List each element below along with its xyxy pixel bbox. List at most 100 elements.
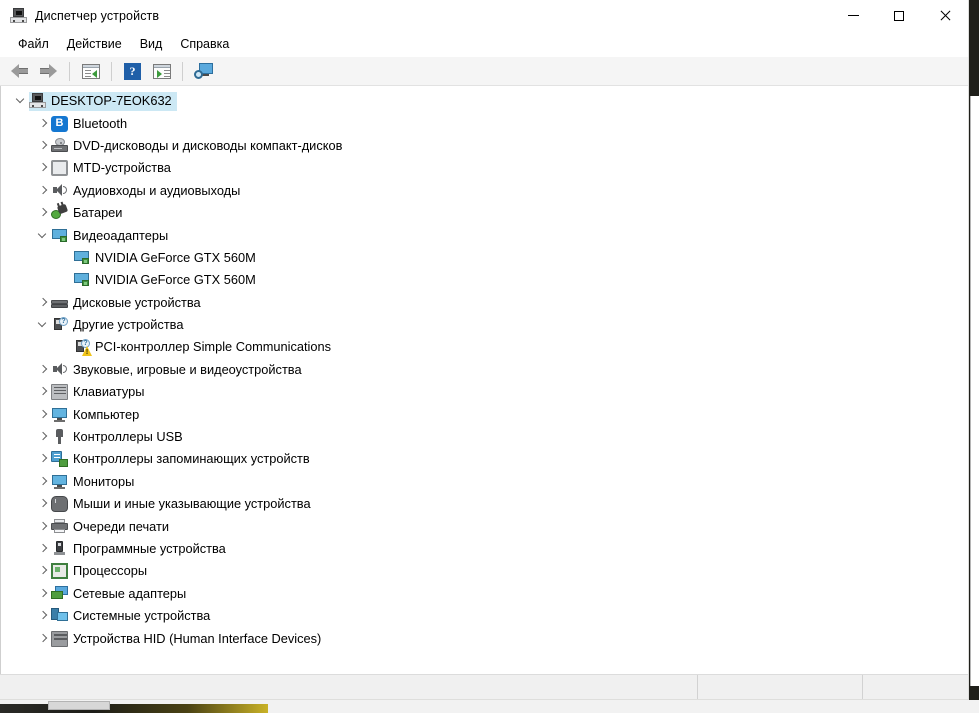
chevron-right-icon[interactable] — [35, 631, 51, 647]
chevron-right-icon[interactable] — [35, 608, 51, 624]
tree-item-content[interactable]: Клавиатуры — [51, 383, 149, 402]
chevron-right-icon[interactable] — [35, 116, 51, 132]
chevron-right-icon[interactable] — [35, 362, 51, 378]
tree-item[interactable]: Системные устройства — [1, 605, 968, 627]
tree-item[interactable]: Очереди печати — [1, 515, 968, 537]
chevron-right-icon[interactable] — [35, 541, 51, 557]
tree-item-content[interactable]: Аудиовходы и аудиовыходы — [51, 181, 245, 200]
tree-item-content[interactable]: DESKTOP-7EOK632 — [29, 91, 177, 111]
tree-item[interactable]: Программные устройства — [1, 538, 968, 560]
tree-item-content[interactable]: NVIDIA GeForce GTX 560M — [73, 248, 261, 267]
chevron-right-icon[interactable] — [35, 496, 51, 512]
tree-item-label: Контроллеры запоминающих устройств — [73, 451, 310, 467]
chevron-right-icon[interactable] — [35, 429, 51, 445]
chevron-right-icon[interactable] — [35, 160, 51, 176]
status-pane-1 — [0, 675, 698, 699]
printer-icon — [51, 518, 68, 535]
mtd-device-icon — [51, 160, 68, 177]
tree-item[interactable]: Bluetooth — [1, 112, 968, 134]
tree-item-content[interactable]: Программные устройства — [51, 540, 231, 559]
chevron-right-icon[interactable] — [35, 295, 51, 311]
menu-action[interactable]: Действие — [58, 34, 131, 54]
tree-item-content[interactable]: Компьютер — [51, 405, 144, 424]
chevron-right-icon[interactable] — [35, 407, 51, 423]
properties-button[interactable] — [77, 59, 104, 83]
tree-item-content[interactable]: Мыши и иные указывающие устройства — [51, 495, 316, 514]
tree-item-content[interactable]: MTD-устройства — [51, 159, 176, 178]
tree-item[interactable]: Дисковые устройства — [1, 292, 968, 314]
tree-item[interactable]: Компьютер — [1, 403, 968, 425]
close-icon — [939, 10, 951, 22]
chevron-down-icon[interactable] — [35, 228, 51, 244]
maximize-button[interactable] — [876, 0, 922, 31]
device-tree-panel[interactable]: DESKTOP-7EOK632 Bluetooth DVD-дисководы и … — [0, 86, 968, 674]
tree-item-content[interactable]: Видеоадаптеры — [51, 226, 173, 245]
menu-view[interactable]: Вид — [131, 34, 172, 54]
tree-item[interactable]: NVIDIA GeForce GTX 560M — [1, 247, 968, 269]
disk-drive-icon — [51, 295, 68, 311]
chevron-right-icon[interactable] — [35, 384, 51, 400]
tree-item-content[interactable]: Устройства HID (Human Interface Devices) — [51, 629, 326, 648]
tree-item-content[interactable]: Контроллеры запоминающих устройств — [51, 450, 315, 469]
tree-item-content[interactable]: Другие устройства — [51, 316, 188, 335]
tree-item-content[interactable]: PCI-контроллер Simple Communications — [73, 338, 336, 357]
tree-item-content[interactable]: Очереди печати — [51, 517, 174, 536]
chevron-right-icon[interactable] — [35, 474, 51, 490]
tree-item-label: Сетевые адаптеры — [73, 585, 187, 601]
tree-item[interactable]: PCI-контроллер Simple Communications — [1, 336, 968, 358]
scan-hardware-button[interactable] — [190, 59, 217, 83]
title-bar[interactable]: Диспетчер устройств — [0, 0, 968, 31]
network-adapter-icon — [51, 585, 68, 602]
chevron-right-icon[interactable] — [35, 205, 51, 221]
background-window-sliver[interactable] — [970, 96, 979, 686]
chevron-down-icon[interactable] — [35, 317, 51, 333]
tree-item-content[interactable]: DVD-дисководы и дисководы компакт-дисков — [51, 136, 347, 155]
tree-item-content[interactable]: Контроллеры USB — [51, 428, 188, 447]
tree-item-content[interactable]: Bluetooth — [51, 114, 132, 133]
tree-item[interactable]: DVD-дисководы и дисководы компакт-дисков — [1, 135, 968, 157]
tree-item[interactable]: Клавиатуры — [1, 381, 968, 403]
chevron-right-icon[interactable] — [35, 138, 51, 154]
tree-item[interactable]: Контроллеры USB — [1, 426, 968, 448]
minimize-button[interactable] — [830, 0, 876, 31]
menu-help[interactable]: Справка — [171, 34, 238, 54]
forward-button[interactable] — [35, 59, 62, 83]
show-hide-pane-button[interactable] — [148, 59, 175, 83]
tree-item[interactable]: NVIDIA GeForce GTX 560M — [1, 269, 968, 291]
chevron-down-icon[interactable] — [13, 93, 29, 109]
tree-item[interactable]: Аудиовходы и аудиовыходы — [1, 180, 968, 202]
chevron-right-icon[interactable] — [35, 563, 51, 579]
chevron-right-icon[interactable] — [35, 451, 51, 467]
chevron-right-icon[interactable] — [35, 586, 51, 602]
tree-item-content[interactable]: Системные устройства — [51, 607, 215, 626]
tree-item[interactable]: Видеоадаптеры — [1, 224, 968, 246]
taskbar-partial[interactable] — [0, 704, 268, 713]
tree-item[interactable]: Другие устройства — [1, 314, 968, 336]
tree-item-content[interactable]: Батареи — [51, 203, 127, 223]
tree-item-label: DVD-дисководы и дисководы компакт-дисков — [73, 137, 343, 153]
tree-item[interactable]: Сетевые адаптеры — [1, 583, 968, 605]
computer-root-icon — [29, 93, 46, 109]
tree-item[interactable]: Контроллеры запоминающих устройств — [1, 448, 968, 470]
tree-item-content[interactable]: Дисковые устройства — [51, 293, 206, 312]
tree-item-content[interactable]: Сетевые адаптеры — [51, 584, 191, 603]
tree-item-content[interactable]: NVIDIA GeForce GTX 560M — [73, 271, 261, 290]
help-button[interactable]: ? — [119, 59, 146, 83]
tree-item-content[interactable]: Процессоры — [51, 562, 152, 581]
chevron-right-icon[interactable] — [35, 183, 51, 199]
tree-item[interactable]: DESKTOP-7EOK632 — [1, 90, 968, 112]
tree-item[interactable]: Мониторы — [1, 471, 968, 493]
tree-item[interactable]: Мыши и иные указывающие устройства — [1, 493, 968, 515]
tree-item[interactable]: MTD-устройства — [1, 157, 968, 179]
tree-item[interactable]: Звуковые, игровые и видеоустройства — [1, 359, 968, 381]
tree-item[interactable]: Батареи — [1, 202, 968, 224]
tree-item[interactable]: Процессоры — [1, 560, 968, 582]
back-button[interactable] — [6, 59, 33, 83]
chevron-right-icon[interactable] — [35, 519, 51, 535]
tree-item[interactable]: Устройства HID (Human Interface Devices) — [1, 627, 968, 649]
tree-item-content[interactable]: Звуковые, игровые и видеоустройства — [51, 360, 307, 379]
taskbar-button[interactable] — [48, 701, 110, 710]
menu-file[interactable]: Файл — [9, 34, 58, 54]
tree-item-content[interactable]: Мониторы — [51, 472, 139, 491]
close-button[interactable] — [922, 0, 968, 31]
